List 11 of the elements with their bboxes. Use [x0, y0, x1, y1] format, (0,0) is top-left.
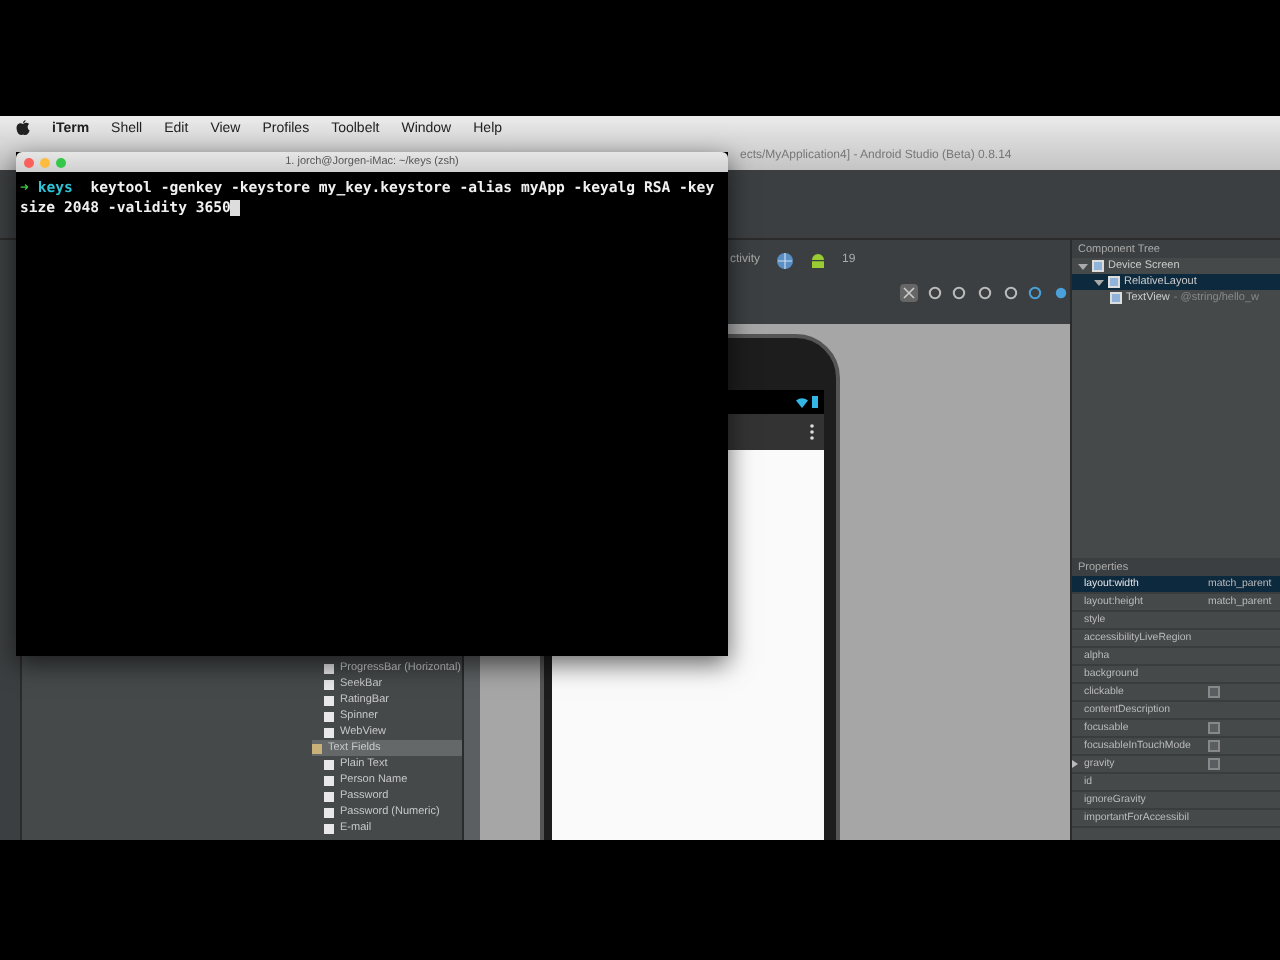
apple-logo-icon[interactable] — [16, 120, 30, 136]
battery-icon — [812, 396, 818, 408]
wifi-icon — [796, 397, 808, 407]
folder-icon — [312, 743, 322, 753]
checkbox[interactable] — [1208, 740, 1220, 752]
checkbox[interactable] — [1208, 758, 1220, 770]
checkbox[interactable] — [1208, 722, 1220, 734]
globe-icon[interactable] — [776, 251, 794, 269]
android-icon[interactable] — [810, 251, 826, 269]
checkbox[interactable] — [1208, 686, 1220, 698]
collapse-arrow-icon[interactable] — [1072, 760, 1080, 768]
